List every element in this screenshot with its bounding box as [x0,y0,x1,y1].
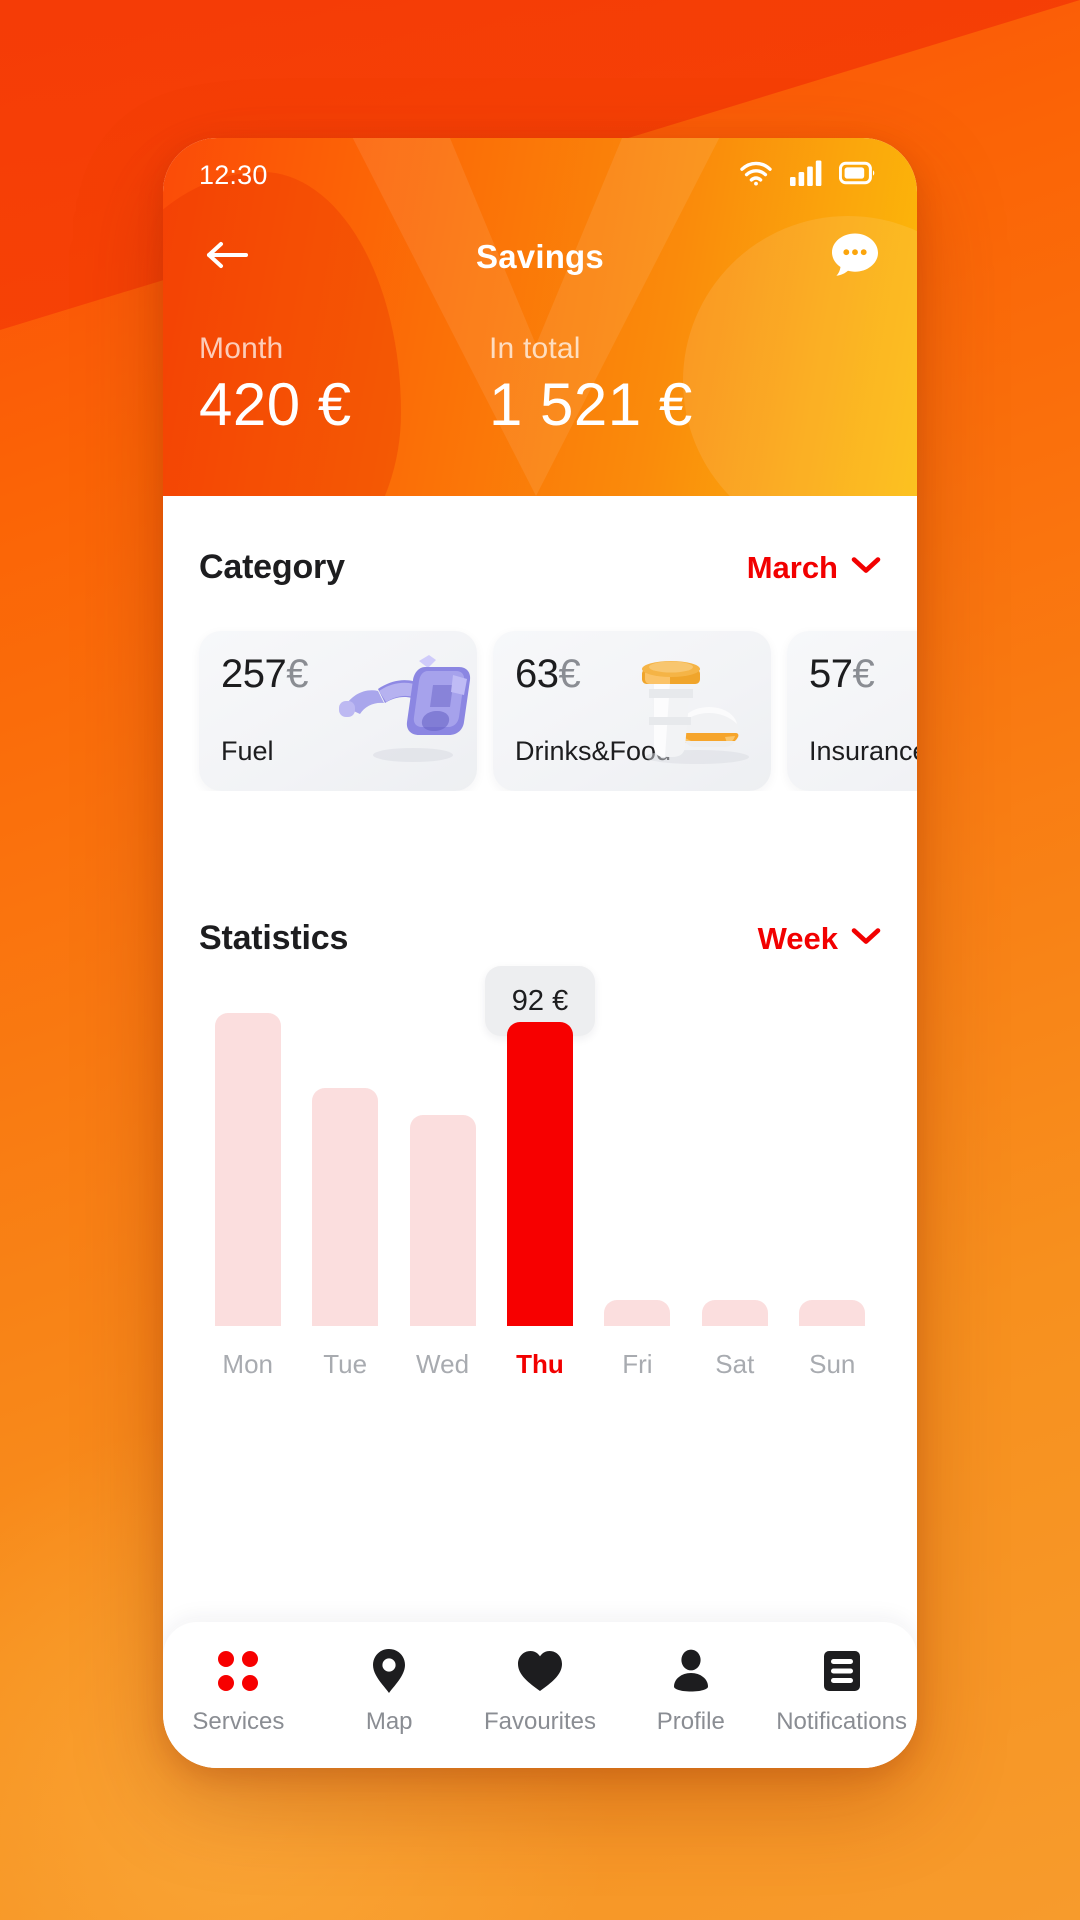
list-lines-icon-wrap [822,1648,862,1694]
statistics-title: Statistics [199,919,349,957]
chart-bar [701,1299,768,1326]
chart-x-label: Fri [622,1349,653,1379]
balance-month-value: 420 € [199,371,352,438]
chart-bar [799,1299,866,1326]
coffee-burger-3d-icon [642,661,749,764]
status-bar-icons [739,160,877,191]
category-month-filter[interactable]: March [747,550,881,586]
chart-bar [214,1012,281,1326]
tab-label: Notifications [776,1708,907,1735]
fuel-nozzle-3d-icon [339,655,471,762]
category-amount-number: 257 [221,652,287,696]
chevron-down-icon [851,927,881,951]
four-dots-icon-wrap [218,1648,259,1694]
balance-total-label: In total [489,332,581,365]
chart-bar [312,1088,379,1326]
balance-month-label: Month [199,332,284,365]
chart-bar [409,1114,476,1326]
tab-services[interactable]: Services [163,1648,314,1736]
chart-bar-column[interactable] [199,996,296,1326]
category-filter-label: March [746,549,838,585]
statistics-period-filter[interactable]: Week [758,921,881,957]
heart-icon [517,1651,562,1691]
phone-frame: 12:30 Savings Month 420 € In total 1 521… [163,138,917,1768]
chart-x-axis-labels: Mon Tue Wed Thu Fri Sat Sun [199,1349,881,1380]
page-title: Savings [476,238,604,275]
chart-x-label: Thu [516,1349,564,1379]
chart-x-label: Wed [416,1349,470,1379]
content-area: Category March 257€ Fuel 63€ Drinks&Food… [163,496,917,1768]
status-bar: 12:30 [163,138,917,212]
bottom-tab-bar: Services Map Favourites Profile Notification… [163,1622,917,1768]
battery-icon [838,161,877,190]
category-amount-number: 57 [809,652,853,696]
tab-favourites[interactable]: Favourites [465,1648,616,1736]
tab-label: Favourites [483,1708,597,1735]
person-icon [673,1649,708,1692]
category-amount-currency: € [852,652,875,696]
cellular-signal-icon [790,160,822,191]
chart-bar-column[interactable] [589,996,686,1326]
map-pin-icon [373,1649,406,1693]
tab-notifications[interactable]: Notifications [766,1648,917,1736]
category-card-insurance[interactable]: 57€ Insurance [787,631,917,791]
tab-label: Services [192,1708,285,1735]
balance-total: In total 1 521 € [489,332,693,439]
wifi-icon [739,160,773,191]
person-icon-wrap [672,1648,710,1694]
four-dots-icon [218,1651,259,1691]
weekly-spending-bar-chart: 92 € Mon Tue Wed Thu Fri Sat Sun [199,958,881,1388]
tab-profile[interactable]: Profile [615,1648,766,1736]
chart-bar-column[interactable] [686,996,783,1326]
chart-bar [604,1299,671,1326]
chart-bar-column[interactable] [784,996,881,1326]
header-nav-row: Savings [163,212,917,302]
statistics-filter-label: Week [757,920,838,956]
chevron-down-icon [851,556,881,580]
savings-header: 12:30 Savings Month 420 € In total 1 521… [163,138,917,496]
category-amount-currency: € [558,652,581,696]
chart-bar-column[interactable] [296,996,393,1326]
tab-label: Profile [656,1708,725,1735]
tab-label: Map [365,1708,413,1735]
list-lines-icon [823,1651,860,1691]
category-card-amount: 57€ [809,652,917,697]
chart-bar [506,1022,573,1326]
chart-bar-column[interactable] [394,996,491,1326]
chart-x-label: Sat [715,1349,755,1379]
chart-bar-column[interactable] [491,996,588,1326]
category-amount-number: 63 [515,652,559,696]
statistics-section-header: Statistics Week [163,791,917,958]
balance-month: Month 420 € [199,332,489,439]
balance-summary: Month 420 € In total 1 521 € [163,302,917,439]
category-card-fuel[interactable]: 257€ Fuel [199,631,477,791]
chart-x-label: Mon [222,1349,273,1379]
balance-total-value: 1 521 € [489,371,693,438]
map-pin-icon-wrap [370,1648,408,1694]
status-bar-clock: 12:30 [199,159,268,190]
category-card-name: Fuel [221,736,274,766]
category-card-list[interactable]: 257€ Fuel 63€ Drinks&Food 57€ Insurance [163,587,917,791]
category-title: Category [199,548,345,586]
chat-button[interactable] [827,229,883,285]
heart-icon-wrap [517,1648,563,1694]
category-card-name: Insurance [809,736,917,766]
tab-map[interactable]: Map [314,1648,465,1736]
category-card-drinks-food[interactable]: 63€ Drinks&Food [493,631,771,791]
category-amount-currency: € [286,652,308,696]
chart-x-label: Tue [323,1349,368,1379]
category-section-header: Category March [163,496,917,587]
chart-bars [199,996,881,1326]
chart-x-label: Sun [809,1349,856,1379]
chat-bubble-dots-icon [829,230,881,285]
